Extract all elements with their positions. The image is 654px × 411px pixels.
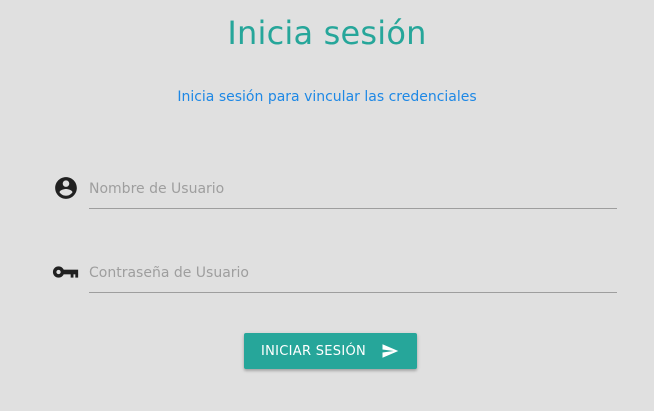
- send-icon: [380, 342, 400, 360]
- password-input[interactable]: [89, 254, 617, 293]
- key-icon: [52, 258, 80, 286]
- password-field: [52, 254, 617, 294]
- account-circle-icon: [52, 174, 80, 202]
- page-title: Inicia sesión: [227, 14, 427, 52]
- username-field: [52, 170, 617, 210]
- login-button-label: INICIAR SESIÓN: [260, 343, 367, 359]
- page-subtitle: Inicia sesión para vincular las credenci…: [177, 89, 477, 105]
- login-page: Inicia sesión Inicia sesión para vincula…: [0, 0, 654, 411]
- username-input[interactable]: [89, 170, 617, 209]
- login-button[interactable]: INICIAR SESIÓN: [244, 333, 417, 369]
